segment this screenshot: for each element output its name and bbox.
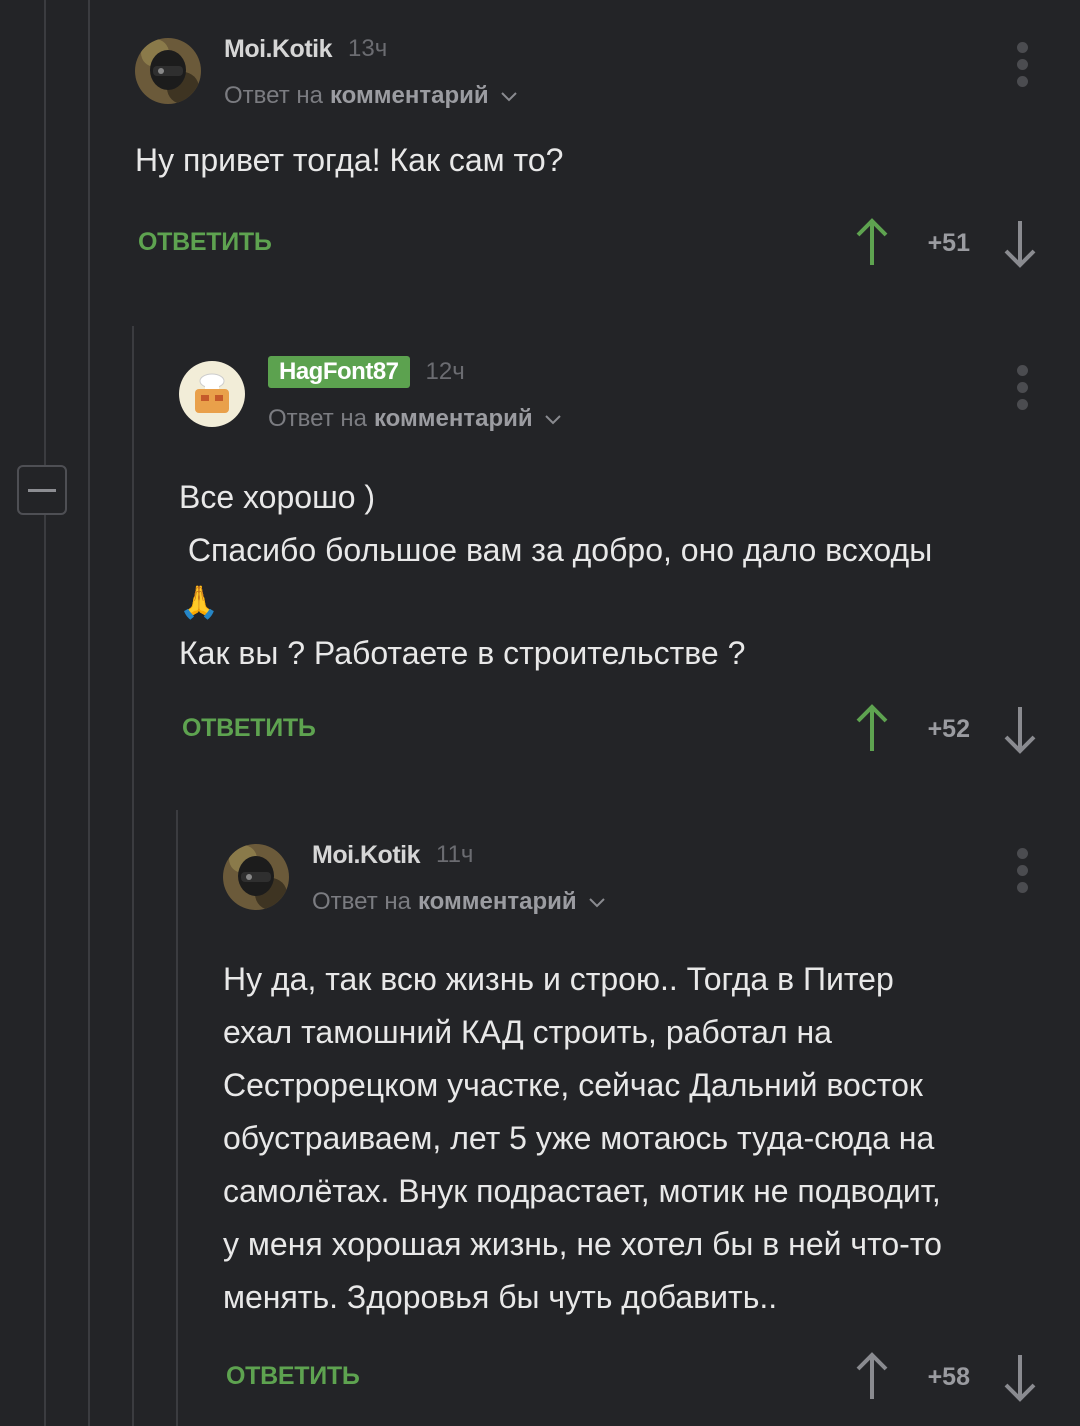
author-name[interactable]: Moi.Kotik <box>224 35 333 64</box>
menu-dots-icon[interactable] <box>1012 365 1032 415</box>
comment-footer: ОТВЕТИТЬ +58 <box>223 1342 1080 1412</box>
vote-controls: +51 <box>852 208 1040 278</box>
thread-line-root-lower <box>44 515 46 1426</box>
comment-3: Moi.Kotik 11ч Ответ на комментарий Ну да… <box>223 838 1080 1412</box>
reply-button[interactable]: ОТВЕТИТЬ <box>226 1362 360 1391</box>
avatar[interactable] <box>223 844 289 910</box>
reply-to-prefix: Ответ на <box>268 405 367 432</box>
author-row: HagFont87 12ч <box>268 355 465 389</box>
reply-to-prefix: Ответ на <box>312 888 411 915</box>
reply-to-target[interactable]: комментарий <box>374 405 533 433</box>
reply-button[interactable]: ОТВЕТИТЬ <box>182 714 316 743</box>
comment-text-line: Ну да, так всю жизнь и строю.. Тогда в П… <box>223 961 894 997</box>
chevron-down-icon[interactable] <box>587 892 607 912</box>
collapse-icon <box>28 488 56 492</box>
avatar[interactable] <box>179 361 245 427</box>
thread-line-level-1 <box>88 0 90 326</box>
menu-dots-icon[interactable] <box>1012 42 1032 92</box>
reply-to[interactable]: Ответ на комментарий <box>268 405 563 433</box>
menu-dots-icon[interactable] <box>1012 848 1032 898</box>
avatar[interactable] <box>135 38 201 104</box>
comment-header: HagFont87 12ч Ответ на комментарий <box>179 355 1080 455</box>
upvote-arrow-icon[interactable] <box>852 1351 892 1403</box>
author-row: Moi.Kotik 11ч <box>312 838 473 872</box>
score: +51 <box>927 228 970 257</box>
comment-body: Все хорошо ) Спасибо большое вам за добр… <box>179 471 1080 680</box>
comment-header: Moi.Kotik 13ч Ответ на комментарий <box>135 32 1080 132</box>
score: +58 <box>927 1362 970 1391</box>
comment-text-line: Сестрорецком участке, сейчас Дальний вос… <box>223 1067 923 1103</box>
comment-time: 13ч <box>348 35 388 62</box>
comment-time: 11ч <box>436 841 474 868</box>
comment-text-line: у меня хорошая жизнь, не хотел бы в ней … <box>223 1226 942 1262</box>
reply-button[interactable]: ОТВЕТИТЬ <box>138 228 272 257</box>
downvote-arrow-icon[interactable] <box>1000 703 1040 755</box>
pray-hands-emoji: 🙏 <box>179 584 219 620</box>
reply-to[interactable]: Ответ на комментарий <box>224 82 519 110</box>
collapse-thread-button[interactable] <box>17 465 67 515</box>
comment-time: 12ч <box>425 358 465 385</box>
thread-line-level-3 <box>176 810 178 1426</box>
comment-1: Moi.Kotik 13ч Ответ на комментарий Ну пр… <box>135 32 1080 278</box>
comment-text-line: обустраиваем, лет 5 уже мотаюсь туда-сюд… <box>223 1120 935 1156</box>
upvote-arrow-icon[interactable] <box>852 703 892 755</box>
vote-controls: +52 <box>852 694 1040 764</box>
comment-footer: ОТВЕТИТЬ +52 <box>179 694 1080 764</box>
thread-line-level-2 <box>132 326 134 1426</box>
reply-to-prefix: Ответ на <box>224 82 323 109</box>
author-name[interactable]: HagFont87 <box>268 356 410 388</box>
comment-text-line: самолётах. Внук подрастает, мотик не под… <box>223 1173 941 1209</box>
comment-text-line: менять. Здоровья бы чуть добавить.. <box>223 1279 778 1315</box>
score: +52 <box>927 714 970 743</box>
reply-to[interactable]: Ответ на комментарий <box>312 888 607 916</box>
chevron-down-icon[interactable] <box>543 409 563 429</box>
author-row: Moi.Kotik 13ч <box>224 32 387 66</box>
comment-text-line: Ну привет тогда! Как сам то? <box>135 142 564 178</box>
thread-line-root <box>44 0 46 465</box>
reply-to-target[interactable]: комментарий <box>418 888 577 916</box>
comments-thread: Moi.Kotik 13ч Ответ на комментарий Ну пр… <box>0 0 1080 1426</box>
comment-text-line: Как вы ? Работаете в строительстве ? <box>179 635 746 671</box>
upvote-arrow-icon[interactable] <box>852 217 892 269</box>
comment-text-line: ехал тамошний КАД строить, работал на <box>223 1014 832 1050</box>
author-name[interactable]: Moi.Kotik <box>312 841 421 870</box>
chevron-down-icon[interactable] <box>499 86 519 106</box>
downvote-arrow-icon[interactable] <box>1000 217 1040 269</box>
comment-text-line: Все хорошо ) <box>179 479 376 515</box>
thread-line-level-1b <box>88 326 90 1426</box>
comment-text-line: Спасибо большое вам за добро, оно дало в… <box>179 532 933 568</box>
reply-to-target[interactable]: комментарий <box>330 82 489 110</box>
comment-2: HagFont87 12ч Ответ на комментарий Все х… <box>179 355 1080 764</box>
comment-body: Ну да, так всю жизнь и строю.. Тогда в П… <box>223 953 1080 1324</box>
downvote-arrow-icon[interactable] <box>1000 1351 1040 1403</box>
comment-body: Ну привет тогда! Как сам то? <box>135 134 1080 187</box>
comment-footer: ОТВЕТИТЬ +51 <box>135 208 1080 278</box>
comment-header: Moi.Kotik 11ч Ответ на комментарий <box>223 838 1080 938</box>
vote-controls: +58 <box>852 1342 1040 1412</box>
